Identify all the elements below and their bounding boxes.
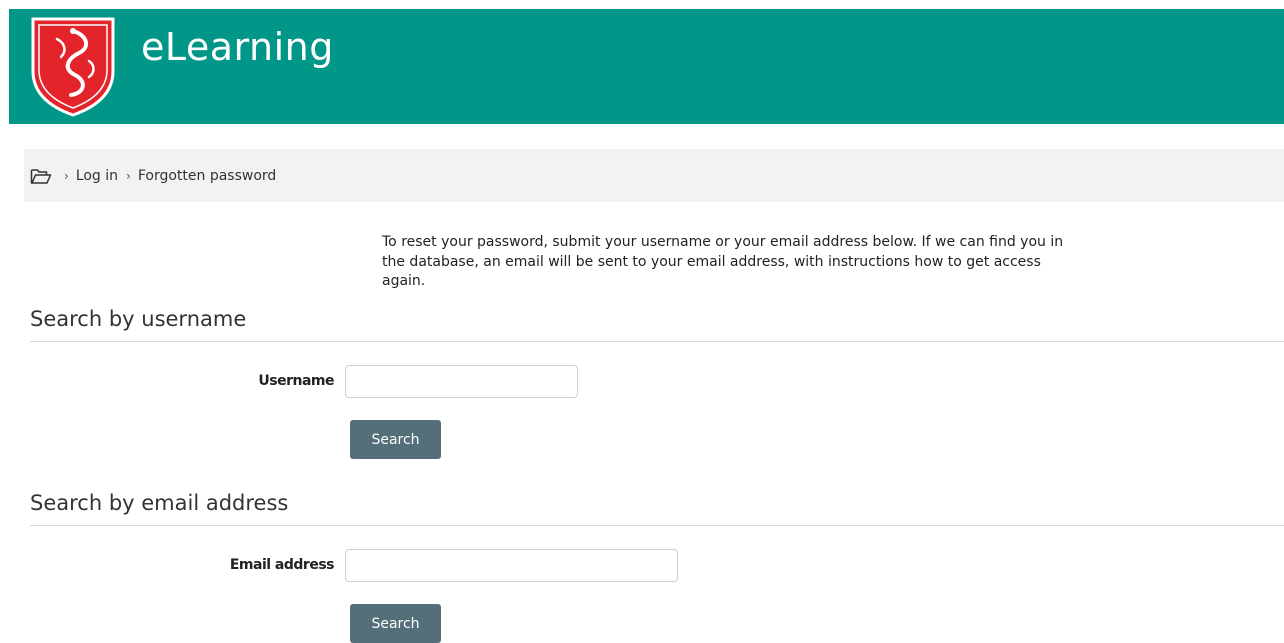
email-address-label: Email address [229, 557, 335, 573]
folder-icon[interactable] [30, 167, 52, 185]
breadcrumb-item-forgotten-password: Forgotten password [137, 167, 277, 184]
breadcrumb-separator: › [64, 168, 69, 183]
instructions-text: To reset your password, submit your user… [382, 234, 1064, 289]
email-address-input[interactable] [345, 549, 678, 582]
university-crest-icon[interactable] [27, 13, 119, 117]
search-username-button[interactable]: Search [350, 420, 441, 459]
breadcrumb-item-log-in[interactable]: Log in [76, 168, 118, 184]
section-divider [30, 525, 1284, 526]
section-heading-email: Search by email address [30, 491, 289, 515]
section-heading-username: Search by username [30, 307, 247, 331]
breadcrumb: › Log in › Forgotten password [24, 149, 1284, 202]
section-divider [30, 341, 1284, 342]
username-label: Username [258, 373, 334, 389]
site-header: eLearning [9, 9, 1284, 124]
site-title[interactable]: eLearning [141, 25, 334, 69]
breadcrumb-separator: › [126, 168, 131, 183]
username-input[interactable] [345, 365, 578, 398]
search-email-button[interactable]: Search [350, 604, 441, 643]
